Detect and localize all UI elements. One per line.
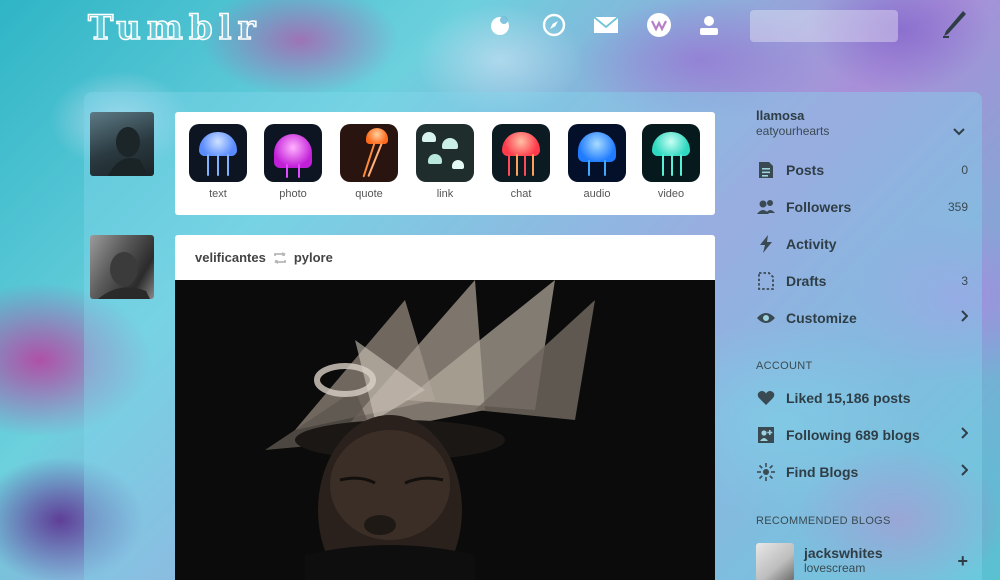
home-icon[interactable]	[487, 12, 513, 38]
recommended-heading: RECOMMENDED BLOGS	[756, 515, 891, 527]
post-type-video[interactable]: video	[641, 124, 701, 200]
chevron-right-icon	[960, 463, 969, 481]
sidebar-item-label: Activity	[786, 236, 837, 252]
post-type-label: audio	[583, 188, 611, 200]
quote-jellyfish-icon	[340, 124, 398, 182]
sidebar-item-count: 3	[961, 274, 968, 288]
recommended-blog-avatar[interactable]	[756, 543, 794, 580]
mail-icon[interactable]	[593, 12, 619, 38]
sidebar-item-label: Followers	[786, 199, 852, 215]
audio-jellyfish-icon	[568, 124, 626, 182]
eye-icon	[756, 308, 776, 328]
photo-jellyfish-icon	[264, 124, 322, 182]
sunburst-icon	[756, 462, 776, 482]
post-type-label: chat	[510, 188, 532, 200]
post-author-avatar[interactable]	[90, 235, 154, 299]
sidebar-item-drafts[interactable]: Drafts 3	[756, 269, 968, 293]
tumblr-logo[interactable]: Tumblr	[87, 7, 261, 49]
post-type-selector: text photo quote link chat audio video	[175, 112, 715, 215]
account-heading: ACCOUNT	[756, 360, 813, 372]
recommended-blog[interactable]: jackswhites lovescream +	[756, 543, 968, 580]
video-jellyfish-icon	[642, 124, 700, 182]
lightning-icon	[756, 234, 776, 254]
follow-plus-icon[interactable]: +	[957, 551, 968, 580]
sidebar-item-customize[interactable]: Customize	[756, 306, 969, 330]
sidebar-item-count: 0	[961, 163, 968, 177]
post-photo[interactable]	[175, 280, 715, 580]
recommended-blog-name[interactable]: jackswhites	[804, 545, 883, 561]
user-avatar[interactable]	[90, 112, 154, 176]
post-type-label: video	[657, 188, 685, 200]
sidebar-item-label: Liked 15,186 posts	[786, 390, 911, 406]
post-type-label: quote	[355, 188, 383, 200]
sidebar-item-activity[interactable]: Activity	[756, 232, 968, 256]
post-type-audio[interactable]: audio	[567, 124, 627, 200]
sidebar-item-label: Customize	[786, 310, 857, 326]
post-type-label: text	[209, 188, 227, 200]
post-type-photo[interactable]: photo	[263, 124, 323, 200]
drafts-icon	[756, 271, 776, 291]
sidebar-item-find-blogs[interactable]: Find Blogs	[756, 460, 969, 484]
blog-switcher[interactable]: llamosa eatyourhearts	[756, 108, 829, 138]
sidebar-item-following[interactable]: Following 689 blogs	[756, 423, 969, 447]
text-jellyfish-icon	[189, 124, 247, 182]
sidebar-item-label: Drafts	[786, 273, 827, 289]
sidebar-item-label: Find Blogs	[786, 464, 859, 480]
chevron-right-icon	[960, 426, 969, 444]
blog-subtitle: eatyourhearts	[756, 124, 830, 138]
heart-icon	[756, 388, 776, 408]
chat-jellyfish-icon	[492, 124, 550, 182]
chevron-down-icon[interactable]	[952, 124, 966, 142]
blog-name[interactable]: llamosa	[756, 108, 829, 123]
post-header: velificantes pylore	[175, 235, 715, 280]
sidebar-item-posts[interactable]: Posts 0	[756, 158, 968, 182]
sidebar-item-label: Following 689 blogs	[786, 427, 920, 443]
chevron-right-icon	[960, 309, 969, 327]
account-icon[interactable]	[696, 12, 722, 38]
followers-icon	[756, 197, 776, 217]
sidebar-item-likes[interactable]: Liked 15,186 posts	[756, 386, 968, 410]
sidebar-item-count: 359	[947, 200, 968, 214]
post-type-link[interactable]: link	[415, 124, 475, 200]
post-type-label: link	[436, 188, 454, 200]
reblog-icon	[272, 251, 288, 268]
post-type-chat[interactable]: chat	[491, 124, 551, 200]
link-jellyfish-icon	[416, 124, 474, 182]
activity-icon[interactable]	[646, 12, 672, 38]
post-type-label: photo	[279, 188, 307, 200]
recommended-blog-subtitle: lovescream	[804, 561, 866, 575]
top-nav: Tumblr	[0, 0, 1000, 60]
post-author-link[interactable]: velificantes	[195, 250, 266, 265]
compose-icon[interactable]	[938, 8, 968, 42]
sidebar-item-followers[interactable]: Followers 359	[756, 195, 968, 219]
sidebar-item-label: Posts	[786, 162, 825, 178]
post-type-text[interactable]: text	[188, 124, 248, 200]
post-type-quote[interactable]: quote	[339, 124, 399, 200]
reblogged-from-link[interactable]: pylore	[294, 250, 333, 265]
posts-icon	[756, 160, 776, 180]
post-card: velificantes pylore	[175, 235, 715, 580]
explore-icon[interactable]	[541, 12, 567, 38]
search-input[interactable]	[750, 10, 898, 42]
following-icon	[756, 425, 776, 445]
